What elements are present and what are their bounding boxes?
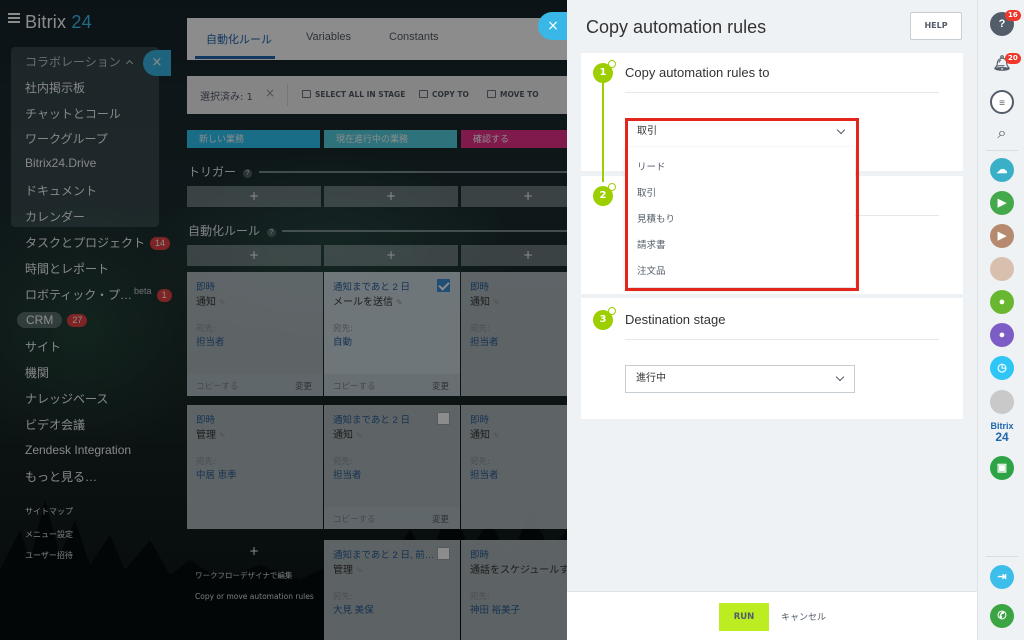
- phone-icon[interactable]: ✆: [990, 604, 1014, 628]
- avatar[interactable]: [990, 390, 1014, 414]
- chat-icon[interactable]: ≡: [990, 90, 1014, 114]
- group-icon[interactable]: ●: [990, 290, 1014, 314]
- help-button[interactable]: HELP: [910, 12, 962, 40]
- video-call-icon[interactable]: ▶: [990, 224, 1014, 248]
- close-icon[interactable]: ×: [538, 12, 568, 40]
- video-call-icon[interactable]: ▶: [990, 191, 1014, 215]
- avatar[interactable]: [990, 257, 1014, 281]
- cancel-button[interactable]: キャンセル: [781, 610, 826, 623]
- divider: [986, 150, 1018, 151]
- destination-stage-select[interactable]: 進行中: [625, 365, 855, 393]
- copy-rules-panel: Copy automation rules HELP 1 Copy automa…: [567, 0, 977, 640]
- step-number: 1: [593, 60, 616, 83]
- modal-overlay[interactable]: [0, 0, 567, 640]
- divider: [625, 339, 939, 340]
- right-rail: ? 16 🔔︎ 20 ≡ ⌕ ☁ ▶ ▶ ● ● ◷ Bitrix 24 ▣ ⇥ …: [977, 0, 1024, 640]
- search-icon[interactable]: ⌕: [990, 122, 1014, 146]
- cloud-icon[interactable]: ☁: [990, 158, 1014, 182]
- exit-icon[interactable]: ⇥: [990, 565, 1014, 589]
- bell-badge: 20: [1005, 53, 1021, 64]
- step-connector: [602, 82, 604, 182]
- divider: [986, 556, 1018, 557]
- step-title: Destination stage: [625, 312, 726, 327]
- step-title: Copy automation rules to: [625, 65, 770, 80]
- chevron-down-icon: [835, 372, 845, 382]
- step-number: 2: [593, 183, 616, 206]
- highlight-annotation: [625, 118, 859, 291]
- bitrix24-logo-icon[interactable]: Bitrix 24: [990, 421, 1014, 445]
- user-clock-icon[interactable]: ◷: [990, 356, 1014, 380]
- divider: [625, 92, 939, 93]
- panel-title: Copy automation rules: [586, 17, 767, 37]
- run-button[interactable]: RUN: [719, 603, 769, 631]
- panel-footer: RUN キャンセル: [567, 591, 977, 640]
- step-3: 3 Destination stage: [581, 298, 963, 419]
- lock-icon[interactable]: ▣: [990, 456, 1014, 480]
- help-badge: 16: [1005, 10, 1021, 21]
- group-icon[interactable]: ●: [990, 323, 1014, 347]
- step-number: 3: [593, 307, 616, 330]
